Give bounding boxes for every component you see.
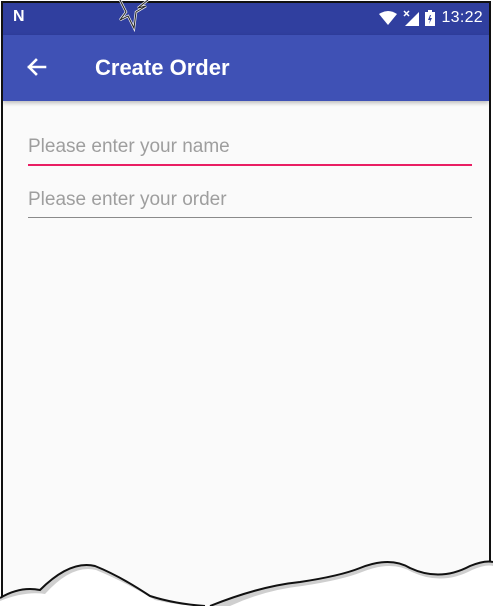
- signal-icon: [403, 10, 420, 26]
- status-time: 13:22: [441, 9, 483, 26]
- wifi-icon: [379, 11, 398, 25]
- page-title: Create Order: [95, 55, 230, 80]
- status-bar: N 13:22: [3, 3, 489, 35]
- back-button[interactable]: [23, 53, 51, 81]
- scribble-mark: [118, 0, 149, 32]
- arrow-left-icon: [27, 58, 47, 76]
- order-field-container: [28, 189, 472, 218]
- carrier-icon: N: [13, 8, 25, 25]
- name-input-underline: [28, 164, 472, 166]
- app-toolbar: Create Order: [3, 35, 489, 101]
- name-field-container: [28, 136, 472, 166]
- phone-screen: N 13:22 Create Order Please enter your n…: [1, 1, 491, 605]
- name-input[interactable]: [28, 136, 472, 164]
- screen-frame: N 13:22 Create Order Please enter your n…: [0, 0, 493, 606]
- status-icons: 13:22: [379, 9, 483, 27]
- order-input[interactable]: [28, 189, 472, 217]
- order-input-underline: [28, 217, 472, 218]
- torn-edge: [0, 560, 493, 606]
- battery-icon: [425, 10, 436, 26]
